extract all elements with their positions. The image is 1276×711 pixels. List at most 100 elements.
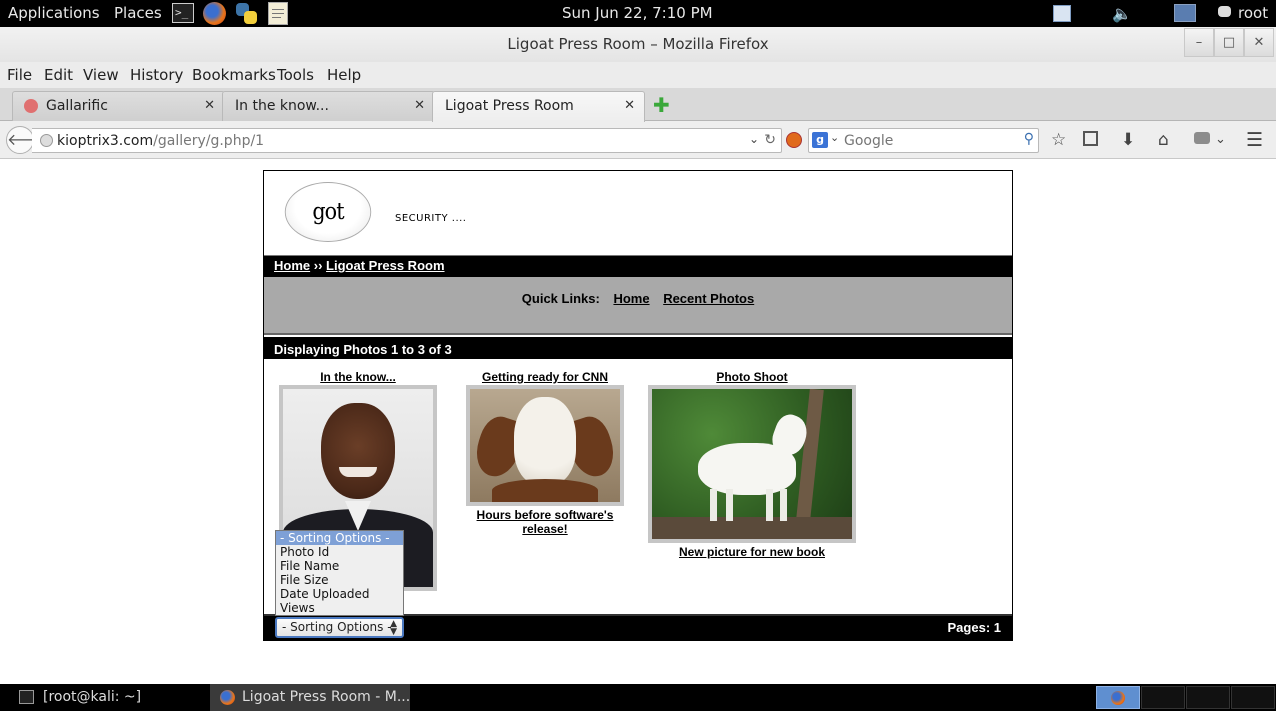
back-button[interactable]: 🡐: [6, 126, 50, 154]
open-menu-icon[interactable]: ☰: [1246, 129, 1263, 151]
firefox-icon: [220, 690, 235, 705]
sort-select[interactable]: - Sorting Options - ▲ ▼: [275, 617, 404, 638]
workspace-3[interactable]: [1186, 686, 1230, 709]
tab-label: Ligoat Press Room: [445, 98, 574, 114]
url-host: kioptrix3.com: [57, 133, 154, 149]
search-icon[interactable]: ⚲: [1024, 131, 1034, 147]
menu-history[interactable]: History: [130, 66, 183, 84]
downloads-icon[interactable]: ⬇: [1121, 130, 1135, 150]
search-bar[interactable]: g ⌄ ⚲: [808, 128, 1039, 153]
goat-leg: [780, 489, 787, 521]
tab-label: In the know...: [235, 98, 329, 114]
menu-help[interactable]: Help: [327, 66, 361, 84]
window-title: Ligoat Press Room – Mozilla Firefox: [507, 35, 769, 53]
taskbar-item-label: [root@kali: ~]: [43, 689, 142, 705]
sort-option[interactable]: Date Uploaded: [276, 587, 403, 601]
places-menu[interactable]: Places: [114, 4, 162, 22]
keyboard-layout-icon[interactable]: [1053, 5, 1071, 22]
firefox-launcher-icon[interactable]: [203, 2, 226, 25]
window-titlebar: Ligoat Press Room – Mozilla Firefox – □ …: [0, 27, 1276, 62]
photo-thumbnail[interactable]: [648, 385, 856, 543]
tab-in-the-know[interactable]: In the know... ✕: [222, 91, 435, 121]
tab-close-icon[interactable]: ✕: [624, 92, 635, 120]
photo-caption-link[interactable]: New picture for new book: [648, 545, 856, 559]
sort-option[interactable]: Photo Id: [276, 545, 403, 559]
quick-link-home[interactable]: Home: [613, 291, 649, 306]
tab-close-icon[interactable]: ✕: [204, 92, 215, 120]
url-history-dropdown-icon[interactable]: ⌄: [749, 132, 759, 146]
user-menu[interactable]: root: [1238, 4, 1268, 22]
portrait-smile: [339, 467, 377, 477]
menu-bookmarks[interactable]: Bookmarks: [192, 66, 276, 84]
bookmarks-menu-icon[interactable]: [1083, 131, 1098, 146]
portrait-face: [321, 403, 395, 499]
search-input[interactable]: [844, 131, 1014, 150]
tab-favicon-icon: [24, 99, 38, 113]
workspace-1[interactable]: [1096, 686, 1140, 709]
reload-icon[interactable]: ↻: [764, 132, 776, 148]
home-icon[interactable]: ⌂: [1158, 130, 1169, 150]
tab-ligoat-press-room[interactable]: Ligoat Press Room ✕: [432, 91, 645, 122]
photo-title-link[interactable]: Getting ready for CNN: [466, 370, 624, 384]
navigation-toolbar: 🡐 kioptrix3.com/gallery/g.php/1 ⌄ ↻ g ⌄ …: [0, 121, 1276, 159]
url-bar[interactable]: kioptrix3.com/gallery/g.php/1 ⌄ ↻: [32, 128, 782, 153]
workspace-2[interactable]: [1141, 686, 1185, 709]
url-text: kioptrix3.com/gallery/g.php/1: [57, 133, 264, 149]
photo-title-link[interactable]: Photo Shoot: [648, 370, 856, 384]
quick-links-bar: Quick Links: Home Recent Photos: [264, 277, 1012, 335]
tab-close-icon[interactable]: ✕: [414, 92, 425, 120]
bottom-taskbar: [root@kali: ~] Ligoat Press Room - M...: [0, 684, 1276, 711]
sort-option[interactable]: File Size: [276, 573, 403, 587]
taskbar-item-label: Ligoat Press Room - M...: [242, 689, 411, 705]
noscript-icon[interactable]: [786, 132, 802, 148]
menu-edit[interactable]: Edit: [44, 66, 73, 84]
menu-tools[interactable]: Tools: [277, 66, 314, 84]
photo-thumbnail[interactable]: [466, 385, 624, 506]
python-launcher-icon[interactable]: [235, 2, 258, 25]
new-tab-icon[interactable]: ✚: [653, 95, 670, 115]
google-engine-icon[interactable]: g: [812, 132, 828, 148]
goat-leg: [726, 489, 733, 521]
network-icon[interactable]: [1174, 4, 1196, 22]
sort-option[interactable]: File Name: [276, 559, 403, 573]
quick-link-recent-photos[interactable]: Recent Photos: [663, 291, 754, 306]
sort-option[interactable]: - Sorting Options -: [276, 531, 403, 545]
sort-option[interactable]: Views: [276, 601, 403, 615]
site-identity-icon[interactable]: [40, 134, 53, 147]
terminal-launcher-icon[interactable]: >_: [172, 3, 194, 23]
photo-title-link[interactable]: In the know...: [279, 370, 437, 384]
extension-dropdown-icon[interactable]: ⌄: [1215, 132, 1226, 147]
breadcrumb-separator: ››: [313, 258, 323, 273]
displaying-count-bar: Displaying Photos 1 to 3 of 3: [264, 337, 1012, 359]
taskbar-firefox-item[interactable]: Ligoat Press Room - M...: [210, 684, 410, 711]
photo-item: Photo Shoot New picture for new book: [648, 370, 856, 559]
taskbar-terminal-item[interactable]: [root@kali: ~]: [0, 684, 210, 711]
photo-caption-link[interactable]: Hours before software's release!: [466, 508, 624, 536]
displaying-count: Displaying Photos 1 to 3 of 3: [274, 342, 452, 357]
site-logo: got goat?: [284, 182, 372, 283]
close-window-icon[interactable]: ✕: [1244, 28, 1274, 57]
page-content: got goat? SECURITY .... Home ›› Ligoat P…: [0, 160, 1276, 684]
extension-icon[interactable]: [1194, 132, 1210, 144]
photo-item: Getting ready for CNN Hours before softw…: [466, 370, 624, 536]
menu-file[interactable]: File: [7, 66, 32, 84]
chat-icon[interactable]: [1218, 6, 1231, 17]
volume-muted-icon[interactable]: 🔈: [1112, 4, 1132, 23]
menu-view[interactable]: View: [83, 66, 119, 84]
goat-leg: [766, 489, 773, 521]
minimize-icon[interactable]: –: [1184, 28, 1214, 57]
bookmark-star-icon[interactable]: ☆: [1051, 130, 1066, 150]
breadcrumb-home-link[interactable]: Home: [274, 258, 310, 273]
maximize-icon[interactable]: □: [1214, 28, 1244, 57]
sort-options-list[interactable]: - Sorting Options - Photo Id File Name F…: [275, 530, 404, 616]
quick-links-label: Quick Links:: [521, 291, 600, 306]
clock[interactable]: Sun Jun 22, 7:10 PM: [562, 4, 713, 22]
top-panel: Applications Places >_ Sun Jun 22, 7:10 …: [0, 0, 1276, 27]
breadcrumb-current-link[interactable]: Ligoat Press Room: [326, 258, 444, 273]
workspace-4[interactable]: [1231, 686, 1275, 709]
engine-dropdown-icon[interactable]: ⌄: [830, 131, 839, 144]
tab-gallarific[interactable]: Gallarific ✕: [12, 91, 225, 121]
text-editor-launcher-icon[interactable]: [268, 2, 288, 25]
tab-label: Gallarific: [46, 98, 108, 114]
applications-menu[interactable]: Applications: [8, 4, 100, 22]
